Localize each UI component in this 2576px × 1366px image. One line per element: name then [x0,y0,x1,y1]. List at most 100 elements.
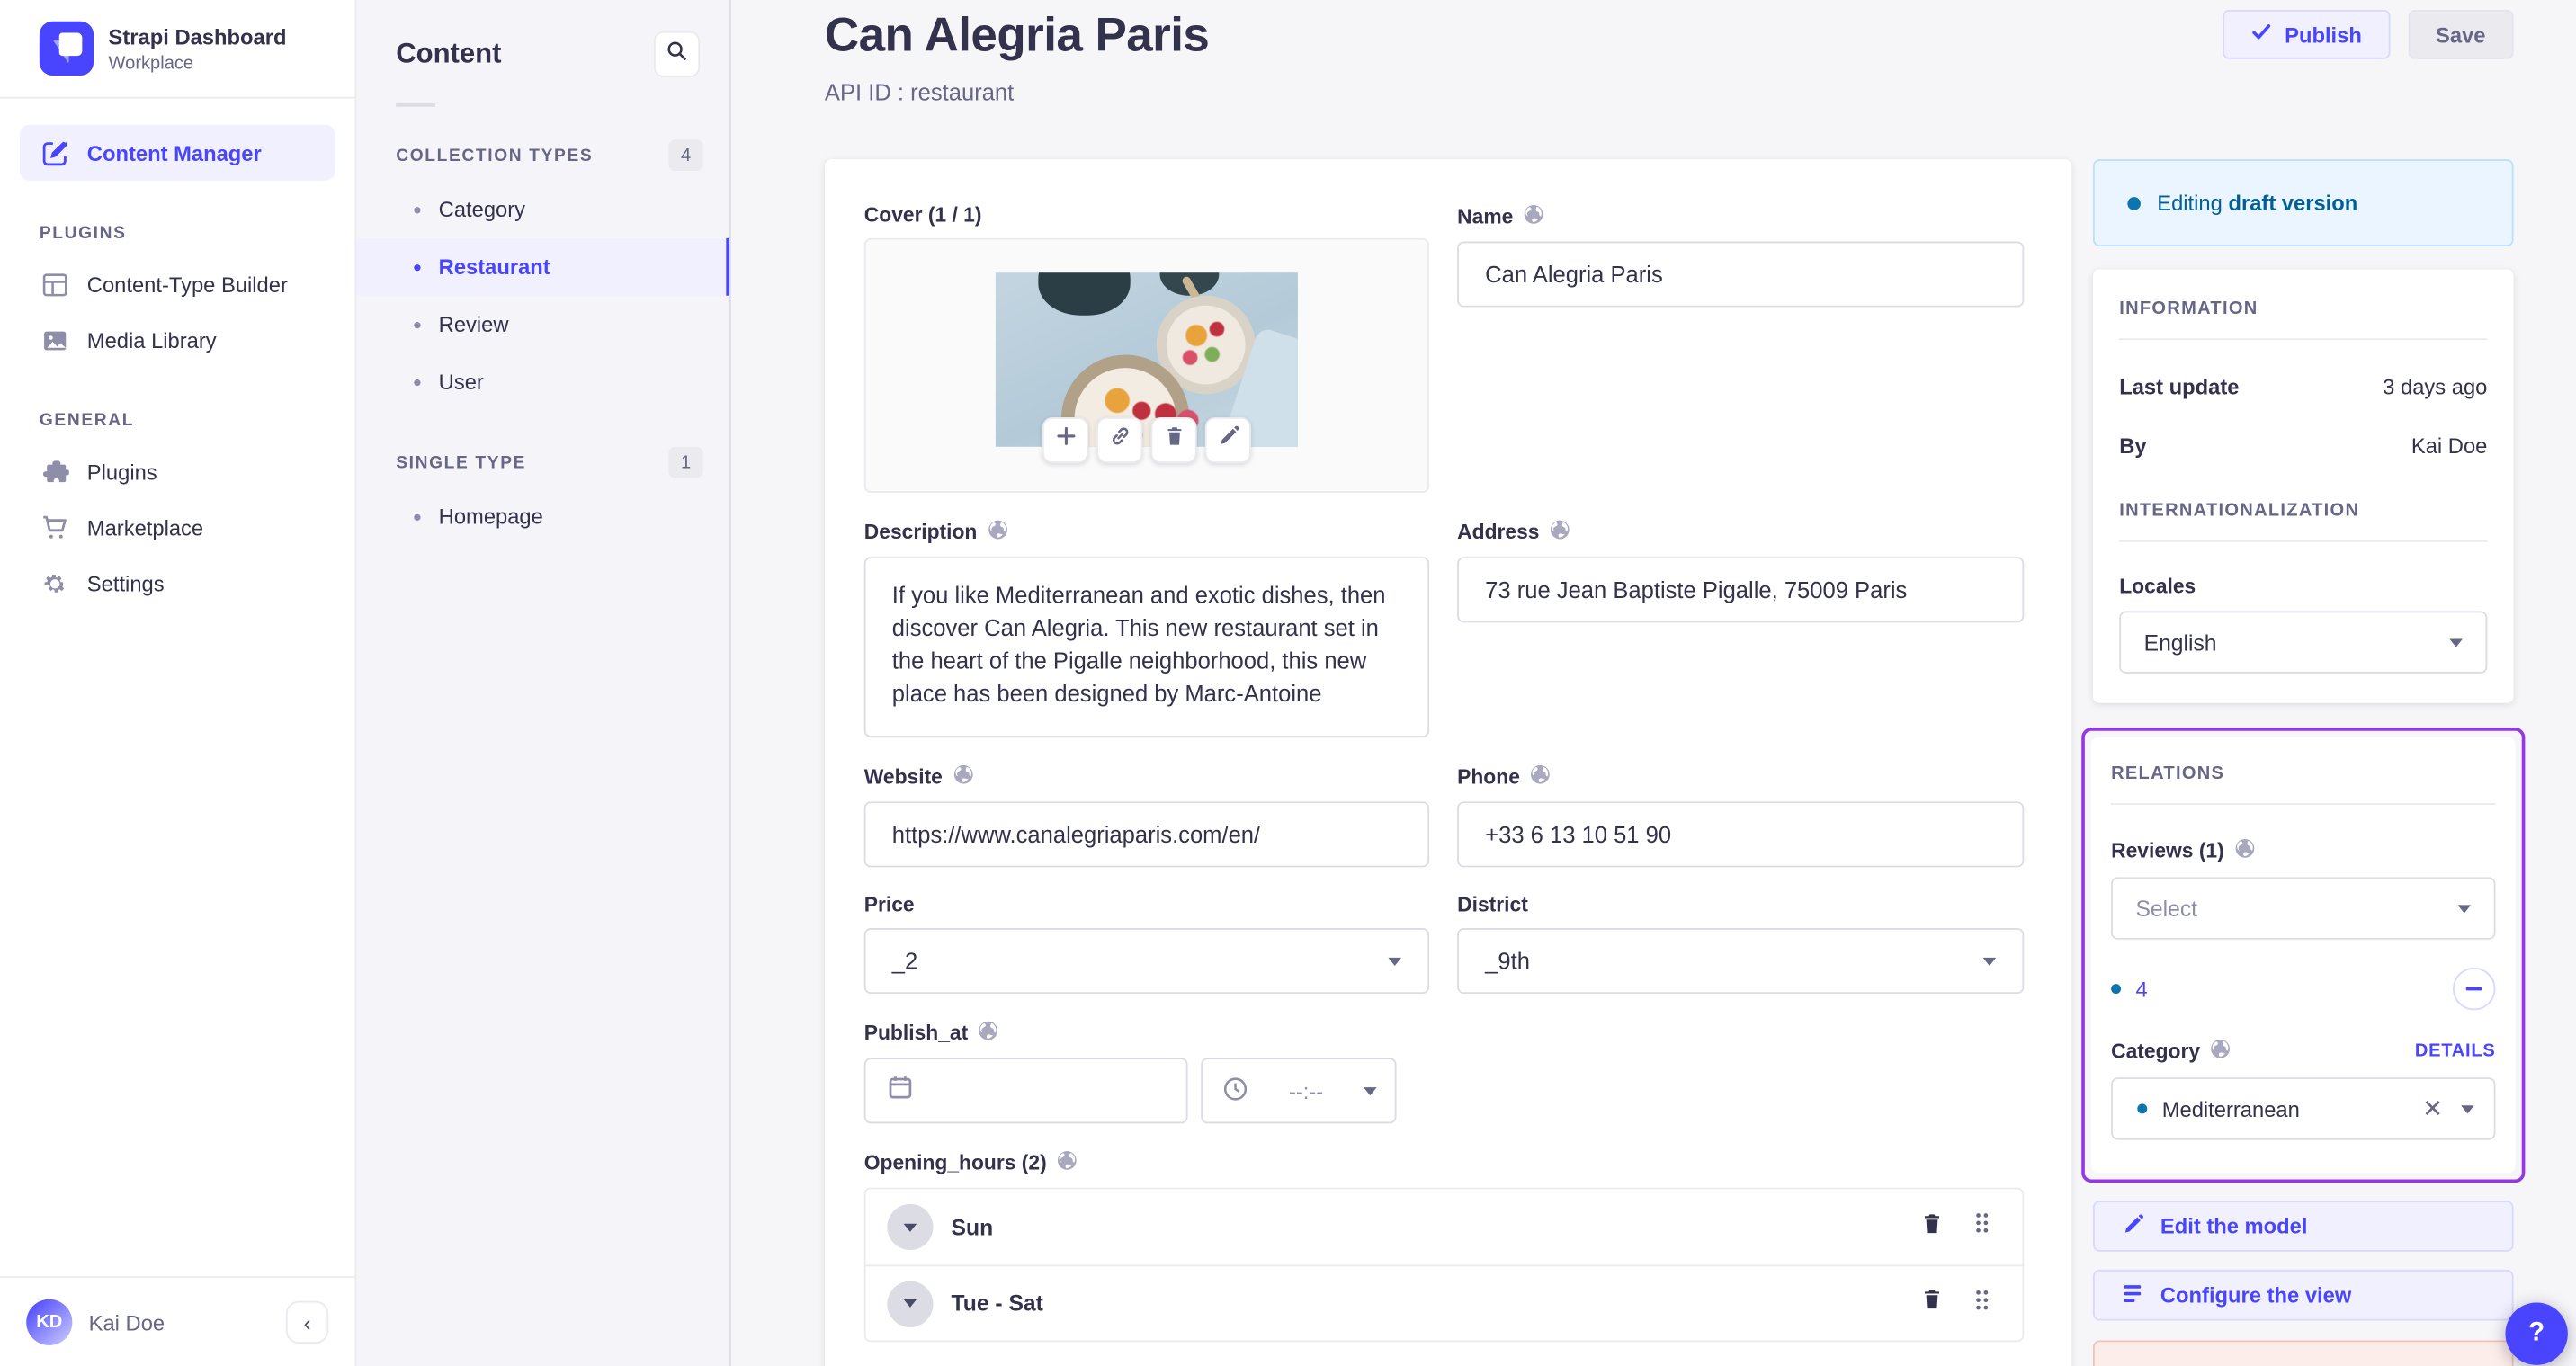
configure-view-button[interactable]: Configure the view [2092,1269,2514,1321]
subnav-item-homepage[interactable]: Homepage [356,487,729,545]
cover-media-box[interactable] [863,237,1430,493]
district-select[interactable]: _9th [1457,927,2025,995]
globe-icon [978,1020,999,1046]
plugins-section-label: PLUGINS [39,223,127,244]
address-input[interactable] [1457,557,2025,623]
drag-handle[interactable] [1973,1210,1991,1244]
layout-icon [40,270,69,299]
opening-hours-row-label: Sun [951,1214,994,1240]
delete-media-button[interactable] [1150,416,1197,464]
save-button[interactable]: Save [2408,9,2514,59]
drag-handle[interactable] [1973,1287,1991,1320]
field-phone: Phone [1457,763,2025,868]
website-input[interactable] [863,801,1430,868]
chevron-down-icon [2457,904,2472,913]
relation-link[interactable]: 4 [2111,977,2148,1001]
collapse-sidebar-button[interactable]: ‹ [285,1300,329,1344]
relations-highlight-outline: RELATIONS Reviews (1) Select 4 Category … [2081,728,2526,1183]
field-description: Description If you like Mediterranean an… [863,519,1430,738]
workspace-brand[interactable]: Strapi Dashboard Workplace [0,0,355,97]
accordion-toggle-button[interactable] [887,1203,934,1250]
remove-relation-button[interactable] [2453,967,2496,1011]
description-textarea[interactable]: If you like Mediterranean and exotic dis… [863,557,1430,738]
details-link[interactable]: DETAILS [2415,1041,2496,1061]
delete-row-button[interactable] [1920,1288,1944,1319]
district-value: _9th [1485,947,1530,975]
globe-icon [1549,519,1570,545]
add-media-button[interactable] [1042,416,1089,464]
pencil-icon [2123,1213,2144,1239]
globe-icon [1057,1150,1078,1176]
globe-icon [2234,838,2256,864]
sidebar-item-content-manager[interactable]: Content Manager [19,124,335,181]
publish-at-time-input[interactable]: --:-- [1201,1058,1397,1124]
relations-header: RELATIONS [2111,763,2225,784]
field-price: Price _2 [863,894,1430,995]
subnav-item-label: Review [438,312,509,337]
opening-hours-list: Sun Tue - Sat [863,1187,2025,1343]
delete-entry-button[interactable] [2092,1340,2514,1366]
globe-icon [1523,203,1544,229]
subnav-item-review[interactable]: Review [356,296,729,353]
subnav-item-restaurant[interactable]: Restaurant [356,237,729,296]
phone-label: Phone [1457,765,1520,789]
chevron-down-icon [903,1222,917,1231]
draft-status-banner: Editing draft version [2092,159,2514,246]
subnav-item-label: Restaurant [438,254,550,280]
edit-model-label: Edit the model [2160,1213,2308,1239]
sidebar-item-content-type-builder[interactable]: Content-Type Builder [20,256,335,312]
clear-category-icon[interactable]: ✕ [2422,1096,2443,1120]
collection-types-label: COLLECTION TYPES [396,145,594,165]
last-update-value: 3 days ago [2383,374,2488,399]
workspace-title: Strapi Dashboard [108,23,287,49]
sidebar-item-plugins[interactable]: Plugins [20,443,335,499]
i18n-header: INTERNATIONALIZATION [2119,501,2360,522]
name-input[interactable] [1457,241,2025,308]
cart-icon [40,513,69,542]
minus-icon [2465,987,2482,991]
link-icon [1109,425,1131,455]
edit-media-button[interactable] [1204,416,1251,464]
address-label: Address [1457,521,1540,544]
edit-model-button[interactable]: Edit the model [2092,1201,2514,1252]
opening-hours-row-label: Tue - Sat [951,1290,1043,1317]
subnav-item-category[interactable]: Category [356,181,729,238]
help-button[interactable]: ? [2505,1302,2568,1365]
divider [2119,338,2488,341]
strapi-app: Strapi Dashboard Workplace Content Manag… [0,0,2576,1366]
chevron-down-icon [1982,956,1997,966]
category-value-box[interactable]: Mediterranean ✕ [2111,1077,2496,1140]
publish-button[interactable]: Publish [2222,9,2390,59]
sidebar-item-media-library[interactable]: Media Library [20,312,335,368]
globe-icon [987,519,1008,545]
gear-icon [40,568,69,598]
bullet-icon [414,263,421,271]
sidebar-item-marketplace[interactable]: Marketplace [20,499,335,555]
phone-input[interactable] [1457,801,2025,868]
search-button[interactable] [653,31,701,77]
subnav-item-user[interactable]: User [356,353,729,411]
district-label: District [1457,893,1528,917]
price-value: _2 [891,947,918,975]
copy-link-button[interactable] [1096,416,1143,464]
divider [2111,803,2496,805]
bullet-icon [414,513,421,521]
name-label: Name [1457,205,1514,228]
publish-at-label: Publish_at [863,1022,969,1045]
category-value: Mediterranean [2161,1096,2300,1121]
delete-row-button[interactable] [1920,1211,1944,1243]
locales-select[interactable]: English [2119,611,2488,674]
price-select[interactable]: _2 [863,927,1430,995]
search-icon [666,39,689,70]
locales-value: English [2143,629,2217,655]
opening-hours-row-sun: Sun [866,1189,2023,1264]
field-name: Name [1457,203,2025,492]
accordion-toggle-button[interactable] [887,1280,934,1326]
general-section-label: GENERAL [39,410,135,431]
field-cover: Cover (1 / 1) [863,203,1430,493]
publish-at-date-input[interactable] [863,1058,1188,1124]
single-type-count-badge: 1 [668,446,703,478]
sidebar-item-settings[interactable]: Settings [20,555,335,611]
divider [396,103,436,107]
reviews-select[interactable]: Select [2111,877,2496,940]
